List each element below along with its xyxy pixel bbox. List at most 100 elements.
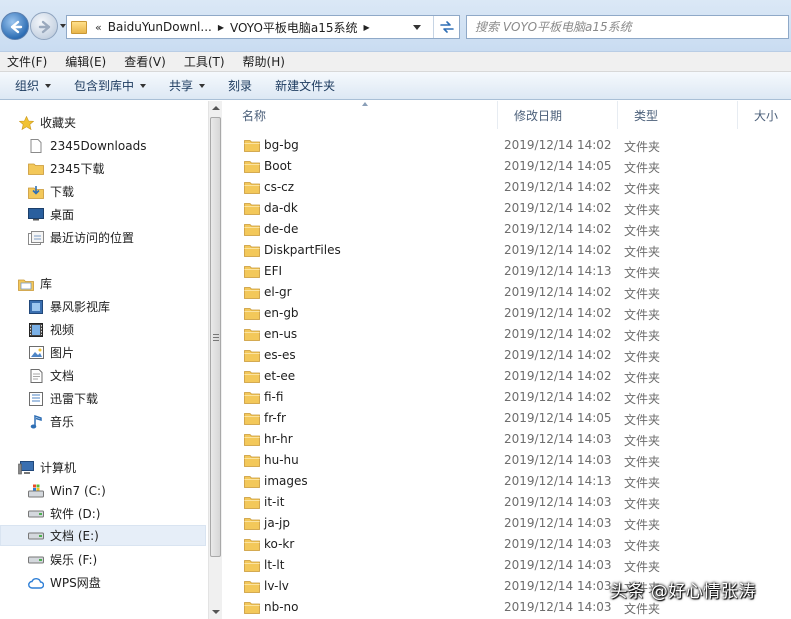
organize-button[interactable]: 组织 xyxy=(7,74,59,98)
sidebar-item-recent-places[interactable]: 最近访问的位置 xyxy=(0,227,206,248)
scroll-down-button[interactable] xyxy=(209,605,222,619)
menu-tools[interactable]: 工具(T) xyxy=(177,53,232,70)
file-type: 文件夹 xyxy=(624,203,661,217)
folder-icon xyxy=(244,329,260,341)
nav-libraries[interactable]: 库 xyxy=(0,273,206,294)
table-row[interactable]: es-es 2019/12/14 14:02 文件夹 xyxy=(226,345,791,366)
scrollbar-thumb[interactable] xyxy=(210,117,221,557)
sidebar-item-label: 音乐 xyxy=(50,415,75,429)
sidebar-item-videos[interactable]: 视频 xyxy=(0,319,206,340)
sidebar-item-drive-e[interactable]: 文档 (E:) xyxy=(0,525,206,546)
breadcrumb-item-baiduyun[interactable]: BaiduYunDownl... xyxy=(108,20,212,34)
table-row[interactable]: da-dk 2019/12/14 14:02 文件夹 xyxy=(226,198,791,219)
sidebar-item-drive-f[interactable]: 娱乐 (F:) xyxy=(0,549,206,570)
file-date-modified: 2019/12/14 14:05 xyxy=(504,411,612,425)
sidebar-item-downloads[interactable]: 下载 xyxy=(0,181,206,202)
address-history-dropdown[interactable] xyxy=(413,25,421,30)
sidebar-item-xunlei-downloads[interactable]: 迅雷下载 xyxy=(0,388,206,409)
table-row[interactable]: cs-cz 2019/12/14 14:02 文件夹 xyxy=(226,177,791,198)
menu-edit[interactable]: 编辑(E) xyxy=(58,53,113,70)
menu-file[interactable]: 文件(F) xyxy=(0,53,54,70)
forward-button[interactable] xyxy=(30,12,58,40)
breadcrumb-item-current[interactable]: VOYO平板电脑a15系统 xyxy=(230,19,358,36)
sidebar-item-label: WPS网盘 xyxy=(50,576,101,590)
arrow-down-icon xyxy=(211,610,220,614)
recent-places-icon xyxy=(28,230,44,245)
sort-ascending-icon xyxy=(362,102,368,106)
column-name-label: 名称 xyxy=(242,108,267,123)
file-name: DiskpartFiles xyxy=(264,243,341,257)
table-row[interactable]: en-us 2019/12/14 14:02 文件夹 xyxy=(226,324,791,345)
navigation-scrollbar[interactable] xyxy=(208,101,222,619)
breadcrumb[interactable]: « BaiduYunDownl... ▶ VOYO平板电脑a15系统 ▶ xyxy=(66,15,460,39)
back-button[interactable] xyxy=(1,12,29,40)
table-row[interactable]: DiskpartFiles 2019/12/14 14:02 文件夹 xyxy=(226,240,791,261)
search-box[interactable] xyxy=(466,15,789,39)
table-row[interactable]: fi-fi 2019/12/14 14:02 文件夹 xyxy=(226,387,791,408)
include-library-label: 包含到库中 xyxy=(74,79,135,93)
sidebar-item-2345xiazai[interactable]: 2345下载 xyxy=(0,158,206,179)
table-row[interactable]: ja-jp 2019/12/14 14:03 文件夹 xyxy=(226,513,791,534)
table-row[interactable]: Boot 2019/12/14 14:05 文件夹 xyxy=(226,156,791,177)
table-row[interactable]: EFI 2019/12/14 14:13 文件夹 xyxy=(226,261,791,282)
file-type: 文件夹 xyxy=(624,392,661,406)
forward-arrow-icon xyxy=(38,20,51,34)
file-name: ko-kr xyxy=(264,537,295,551)
folder-icon xyxy=(244,140,260,152)
chevron-right-icon[interactable]: ▶ xyxy=(218,23,224,32)
sidebar-item-label: Win7 (C:) xyxy=(50,483,106,498)
burn-button[interactable]: 刻录 xyxy=(220,74,260,98)
chevron-right-icon[interactable]: ▶ xyxy=(364,23,370,32)
table-row[interactable]: en-gb 2019/12/14 14:02 文件夹 xyxy=(226,303,791,324)
sidebar-item-wps-cloud[interactable]: WPS网盘 xyxy=(0,572,206,593)
table-row[interactable]: ko-kr 2019/12/14 14:03 文件夹 xyxy=(226,534,791,555)
table-row[interactable]: hu-hu 2019/12/14 14:03 文件夹 xyxy=(226,450,791,471)
table-row[interactable]: fr-fr 2019/12/14 14:05 文件夹 xyxy=(226,408,791,429)
menu-help[interactable]: 帮助(H) xyxy=(236,53,292,70)
column-type[interactable]: 类型 xyxy=(618,101,738,129)
sidebar-item-desktop[interactable]: 桌面 xyxy=(0,204,206,225)
nav-favorites[interactable]: 收藏夹 xyxy=(0,112,206,133)
file-date-modified: 2019/12/14 14:02 xyxy=(504,348,612,362)
table-row[interactable]: et-ee 2019/12/14 14:02 文件夹 xyxy=(226,366,791,387)
sidebar-item-baofeng-library[interactable]: 暴风影视库 xyxy=(0,296,206,317)
table-row[interactable]: hr-hr 2019/12/14 14:03 文件夹 xyxy=(226,429,791,450)
share-button[interactable]: 共享 xyxy=(161,74,213,98)
include-in-library-button[interactable]: 包含到库中 xyxy=(66,74,154,98)
sidebar-item-2345downloads[interactable]: 2345Downloads xyxy=(0,135,206,156)
file-name: nb-no xyxy=(264,600,299,614)
file-date-modified: 2019/12/14 14:03 xyxy=(504,516,612,530)
search-input[interactable] xyxy=(467,16,788,38)
menu-view[interactable]: 查看(V) xyxy=(117,53,173,70)
column-date-modified[interactable]: 修改日期 xyxy=(498,101,618,129)
sidebar-item-music[interactable]: 音乐 xyxy=(0,411,206,432)
file-date-modified: 2019/12/14 14:02 xyxy=(504,369,612,383)
file-list: 名称 修改日期 类型 大小 bg-bg 2019/12/14 14:02 文件夹 Bo… xyxy=(226,101,791,619)
folder-icon xyxy=(244,350,260,362)
file-date-modified: 2019/12/14 14:02 xyxy=(504,222,612,236)
table-row[interactable]: it-it 2019/12/14 14:03 文件夹 xyxy=(226,492,791,513)
scroll-up-button[interactable] xyxy=(209,101,222,115)
new-folder-button[interactable]: 新建文件夹 xyxy=(267,74,343,98)
table-row[interactable]: de-de 2019/12/14 14:02 文件夹 xyxy=(226,219,791,240)
music-note-icon xyxy=(28,414,44,429)
sidebar-item-label: 最近访问的位置 xyxy=(50,231,135,245)
column-size[interactable]: 大小 xyxy=(738,101,791,129)
breadcrumb-overflow[interactable]: « xyxy=(95,21,102,34)
file-type: 文件夹 xyxy=(624,476,661,490)
sidebar-item-drive-c[interactable]: Win7 (C:) xyxy=(0,480,206,501)
address-bar: « BaiduYunDownl... ▶ VOYO平板电脑a15系统 ▶ xyxy=(0,0,791,52)
media-library-icon xyxy=(28,299,44,314)
table-row[interactable]: bg-bg 2019/12/14 14:02 文件夹 xyxy=(226,135,791,156)
sidebar-item-label: 视频 xyxy=(50,323,75,337)
column-name[interactable]: 名称 xyxy=(226,101,498,129)
table-row[interactable]: images 2019/12/14 14:13 文件夹 xyxy=(226,471,791,492)
sidebar-item-documents[interactable]: 文档 xyxy=(0,365,206,386)
nav-computer[interactable]: 计算机 xyxy=(0,457,206,478)
sidebar-item-pictures[interactable]: 图片 xyxy=(0,342,206,363)
table-row[interactable]: lt-lt 2019/12/14 14:03 文件夹 xyxy=(226,555,791,576)
refresh-button[interactable] xyxy=(433,16,459,38)
table-row[interactable]: el-gr 2019/12/14 14:02 文件夹 xyxy=(226,282,791,303)
file-type: 文件夹 xyxy=(624,497,661,511)
sidebar-item-drive-d[interactable]: 软件 (D:) xyxy=(0,503,206,524)
